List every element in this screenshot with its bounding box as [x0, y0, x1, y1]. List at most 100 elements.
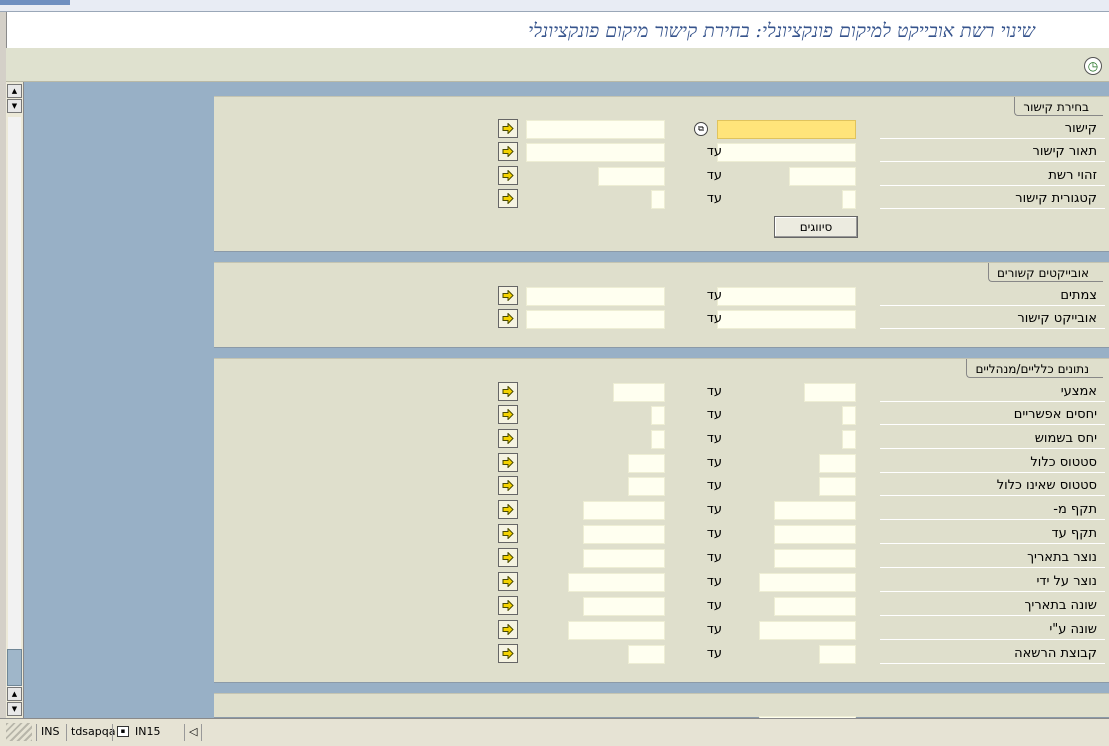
multiple-selection-arrow-icon[interactable] [498, 119, 518, 138]
to-label: עד [706, 646, 722, 661]
multiple-selection-icon[interactable]: ⧉ [694, 122, 708, 136]
scroll-down-arrow-icon[interactable]: ▼ [7, 99, 22, 113]
classifications-button[interactable]: סיווגים [774, 216, 858, 238]
link-object-to-field[interactable] [526, 310, 665, 329]
label-changed-by: שונה ע"י [880, 620, 1105, 640]
row-link-category: קטגורית קישור עד [214, 189, 1109, 211]
execute-clock-icon[interactable]: ◷ [1084, 57, 1102, 75]
changed-by-from-field[interactable] [759, 621, 856, 640]
row-valid-from: תקף מ- עד [214, 500, 1109, 522]
to-label: עד [706, 574, 722, 589]
group-linked-objects: אובייקטים קשורים צמתים עד אובייקט קישור … [214, 262, 1109, 348]
to-label: עד [706, 407, 722, 422]
created-on-from-field[interactable] [774, 549, 856, 568]
multiple-selection-arrow-icon[interactable] [498, 189, 518, 208]
scroll-thumb[interactable] [7, 649, 22, 686]
row-authorization-group: קבוצת הרשאה עד [214, 644, 1109, 666]
multiple-selection-arrow-icon[interactable] [498, 429, 518, 448]
status-excluded-to-field[interactable] [628, 477, 665, 496]
to-label: עד [706, 191, 722, 206]
resize-grip-icon[interactable] [6, 723, 32, 741]
label-link-description: תאור קישור [880, 142, 1105, 162]
link-object-from-field[interactable] [717, 310, 856, 329]
label-changed-on: שונה בתאריך [880, 596, 1105, 616]
nodes-to-field[interactable] [526, 287, 665, 306]
scroll-up-arrow-icon[interactable]: ▲ [7, 84, 22, 98]
scroll-up-arrow-icon-bottom[interactable]: ▲ [7, 687, 22, 701]
vertical-scrollbar[interactable]: ▲ ▼ ▲ ▼ [6, 82, 24, 718]
label-medium: אמצעי [880, 382, 1105, 402]
possible-relations-to-field[interactable] [651, 406, 665, 425]
created-on-to-field[interactable] [583, 549, 665, 568]
valid-from-from-field[interactable] [774, 501, 856, 520]
network-id-from-field[interactable] [789, 167, 856, 186]
nodes-from-field[interactable] [717, 287, 856, 306]
changed-on-to-field[interactable] [583, 597, 665, 616]
relation-in-use-to-field[interactable] [651, 430, 665, 449]
group-link-selection: בחירת קישור קישור ⧉ תאור קישור עד זהוי ר… [214, 96, 1109, 252]
valid-from-to-field[interactable] [583, 501, 665, 520]
created-by-to-field[interactable] [568, 573, 665, 592]
title-bar: שינוי רשת אובייקט למיקום פונקציונלי: בחי… [6, 12, 1109, 48]
valid-to-from-field[interactable] [774, 525, 856, 544]
network-id-to-field[interactable] [598, 167, 665, 186]
multiple-selection-arrow-icon[interactable] [498, 620, 518, 639]
multiple-selection-arrow-icon[interactable] [498, 644, 518, 663]
scroll-track[interactable] [8, 117, 21, 687]
multiple-selection-arrow-icon[interactable] [498, 453, 518, 472]
multiple-selection-arrow-icon[interactable] [498, 500, 518, 519]
authorization-group-to-field[interactable] [628, 645, 665, 664]
row-link: קישור ⧉ [214, 119, 1109, 141]
status-bar: INS tdsapqa ▪ IN15 ◁ [0, 718, 1109, 746]
to-label: עד [706, 384, 722, 399]
scroll-down-arrow-icon-bottom[interactable]: ▼ [7, 702, 22, 716]
status-included-to-field[interactable] [628, 454, 665, 473]
status-excluded-from-field[interactable] [819, 477, 856, 496]
row-status-included: סטטוס כלול עד [214, 453, 1109, 475]
multiple-selection-arrow-icon[interactable] [498, 166, 518, 185]
multiple-selection-arrow-icon[interactable] [498, 548, 518, 567]
to-label: עד [706, 311, 722, 326]
row-created-on: נוצר בתאריך עד [214, 548, 1109, 570]
multiple-selection-arrow-icon[interactable] [498, 309, 518, 328]
to-label: עד [706, 168, 722, 183]
valid-to-to-field[interactable] [583, 525, 665, 544]
status-session[interactable]: ▪ IN15 [112, 724, 164, 741]
row-changed-on: שונה בתאריך עד [214, 596, 1109, 618]
group-title-linked-objects: אובייקטים קשורים [987, 263, 1103, 282]
label-link-object: אובייקט קישור [880, 309, 1105, 329]
status-included-from-field[interactable] [819, 454, 856, 473]
multiple-selection-arrow-icon[interactable] [498, 596, 518, 615]
authorization-group-from-field[interactable] [819, 645, 856, 664]
multiple-selection-arrow-icon[interactable] [498, 142, 518, 161]
changed-on-from-field[interactable] [774, 597, 856, 616]
to-label: עד [706, 550, 722, 565]
multiple-selection-arrow-icon[interactable] [498, 405, 518, 424]
multiple-selection-arrow-icon[interactable] [498, 572, 518, 591]
relation-in-use-from-field[interactable] [842, 430, 856, 449]
to-label: עד [706, 622, 722, 637]
row-status-excluded: סטטוס שאינו כלול עד [214, 476, 1109, 498]
left-blue-area [24, 82, 214, 718]
link-from-field[interactable] [717, 120, 856, 139]
created-by-from-field[interactable] [759, 573, 856, 592]
changed-by-to-field[interactable] [568, 621, 665, 640]
multiple-selection-arrow-icon[interactable] [498, 286, 518, 305]
medium-to-field[interactable] [613, 383, 665, 402]
row-nodes: צמתים עד [214, 286, 1109, 308]
multiple-selection-arrow-icon[interactable] [498, 382, 518, 401]
status-collapse-arrow-icon[interactable]: ◁ [184, 724, 203, 741]
multiple-selection-arrow-icon[interactable] [498, 524, 518, 543]
window-top-strip [0, 0, 1109, 12]
multiple-selection-arrow-icon[interactable] [498, 476, 518, 495]
possible-relations-from-field[interactable] [842, 406, 856, 425]
link-category-to-field[interactable] [651, 190, 665, 209]
label-status-included: סטטוס כלול [880, 453, 1105, 473]
link-category-from-field[interactable] [842, 190, 856, 209]
link-description-from-field[interactable] [717, 143, 856, 162]
label-authorization-group: קבוצת הרשאה [880, 644, 1105, 664]
link-description-to-field[interactable] [526, 143, 665, 162]
page-title: שינוי רשת אובייקט למיקום פונקציונלי: בחי… [528, 20, 1035, 42]
medium-from-field[interactable] [804, 383, 856, 402]
link-to-field[interactable] [526, 120, 665, 139]
